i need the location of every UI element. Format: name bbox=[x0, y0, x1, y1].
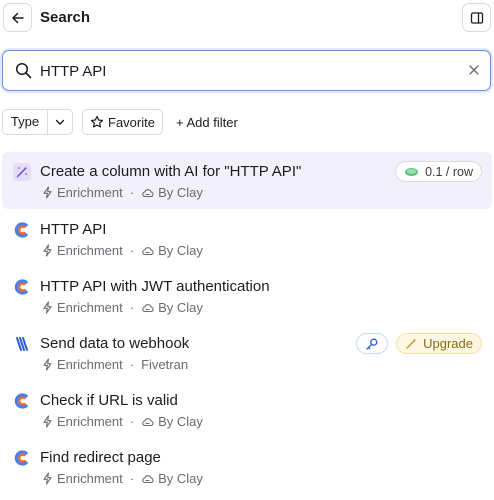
lightning-icon bbox=[43, 415, 52, 428]
result-item[interactable]: Check if URL is valid Enrichment · By Cl… bbox=[2, 381, 492, 438]
type-filter-chevron[interactable] bbox=[48, 110, 72, 134]
result-category: Enrichment bbox=[57, 414, 123, 429]
type-filter-label: Type bbox=[3, 110, 48, 134]
lightning-icon bbox=[43, 301, 52, 314]
back-button[interactable] bbox=[3, 3, 32, 32]
credit-cost-label: 0.1 / row bbox=[425, 164, 473, 179]
upgrade-label: Upgrade bbox=[423, 336, 473, 351]
separator-dot: · bbox=[129, 185, 135, 200]
type-filter-select[interactable]: Type bbox=[2, 109, 73, 135]
api-key-badge bbox=[356, 333, 388, 354]
result-item[interactable]: Find redirect page Enrichment · By Clay bbox=[2, 438, 492, 495]
favorite-filter-button[interactable]: Favorite bbox=[82, 109, 163, 135]
cloud-icon bbox=[142, 474, 154, 483]
separator-dot: · bbox=[129, 471, 135, 486]
credit-coin-icon bbox=[405, 167, 419, 176]
clay-logo-icon bbox=[13, 449, 31, 467]
result-provider: By Clay bbox=[158, 185, 203, 200]
cloud-icon bbox=[142, 303, 154, 312]
result-meta: Enrichment · By Clay bbox=[42, 300, 203, 315]
search-icon bbox=[15, 62, 32, 79]
favorite-filter-label: Favorite bbox=[108, 114, 155, 130]
sidebar-panel-icon bbox=[470, 11, 483, 24]
result-title: Create a column with AI for "HTTP API" bbox=[40, 163, 302, 180]
result-meta: Enrichment · By Clay bbox=[42, 414, 203, 429]
result-title: Check if URL is valid bbox=[40, 392, 178, 409]
arrow-left-icon bbox=[11, 12, 24, 23]
result-category: Enrichment bbox=[57, 300, 123, 315]
result-provider: By Clay bbox=[158, 414, 203, 429]
key-icon bbox=[366, 338, 378, 350]
result-title: HTTP API with JWT authentication bbox=[40, 278, 270, 295]
clay-logo-icon bbox=[13, 392, 31, 410]
separator-dot: · bbox=[129, 243, 135, 258]
separator-dot: · bbox=[129, 357, 135, 372]
result-category: Enrichment bbox=[57, 471, 123, 486]
result-title: Find redirect page bbox=[40, 449, 161, 466]
close-icon[interactable] bbox=[468, 64, 480, 76]
filter-bar: Type Favorite + Add filter bbox=[2, 109, 492, 135]
result-provider: By Clay bbox=[158, 243, 203, 258]
result-title: HTTP API bbox=[40, 221, 107, 238]
result-meta: Enrichment · By Clay bbox=[42, 185, 203, 200]
clay-logo-icon bbox=[13, 278, 31, 296]
lightning-icon bbox=[43, 358, 52, 371]
result-provider: Fivetran bbox=[141, 357, 189, 372]
fivetran-logo-icon bbox=[13, 335, 31, 353]
clay-logo-icon bbox=[13, 221, 31, 239]
result-category: Enrichment bbox=[57, 357, 123, 372]
separator-dot: · bbox=[129, 300, 135, 315]
search-field[interactable] bbox=[2, 50, 491, 91]
result-category: Enrichment bbox=[57, 185, 123, 200]
upgrade-button[interactable]: Upgrade bbox=[396, 333, 482, 354]
add-filter-label: + Add filter bbox=[176, 114, 238, 130]
page-title: Search bbox=[40, 9, 91, 26]
result-item[interactable]: HTTP API with JWT authentication Enrichm… bbox=[2, 267, 492, 324]
result-meta: Enrichment · By Clay bbox=[42, 471, 203, 486]
lightning-icon bbox=[43, 244, 52, 257]
ai-sparkle-icon bbox=[13, 163, 31, 181]
result-category: Enrichment bbox=[57, 243, 123, 258]
result-provider: By Clay bbox=[158, 300, 203, 315]
result-item[interactable]: Create a column with AI for "HTTP API" E… bbox=[2, 152, 492, 209]
result-item[interactable]: HTTP API Enrichment · By Clay bbox=[2, 210, 492, 267]
cloud-icon bbox=[142, 188, 154, 197]
chevron-down-icon bbox=[55, 119, 65, 125]
star-icon bbox=[90, 115, 104, 128]
add-filter-button[interactable]: + Add filter bbox=[176, 109, 238, 135]
lightning-icon bbox=[43, 186, 52, 199]
result-item[interactable]: Send data to webhook Enrichment · Fivetr… bbox=[2, 324, 492, 381]
result-provider: By Clay bbox=[158, 471, 203, 486]
result-meta: Enrichment · By Clay bbox=[42, 243, 203, 258]
result-meta: Enrichment · Fivetran bbox=[42, 357, 188, 372]
sparkle-wand-icon bbox=[406, 338, 417, 349]
cloud-icon bbox=[142, 246, 154, 255]
toggle-panel-button[interactable] bbox=[462, 3, 491, 32]
search-input[interactable] bbox=[40, 59, 450, 83]
cloud-icon bbox=[142, 417, 154, 426]
header: Search bbox=[0, 0, 494, 36]
credit-cost-badge: 0.1 / row bbox=[395, 161, 482, 182]
result-title: Send data to webhook bbox=[40, 335, 190, 352]
lightning-icon bbox=[43, 472, 52, 485]
separator-dot: · bbox=[129, 414, 135, 429]
